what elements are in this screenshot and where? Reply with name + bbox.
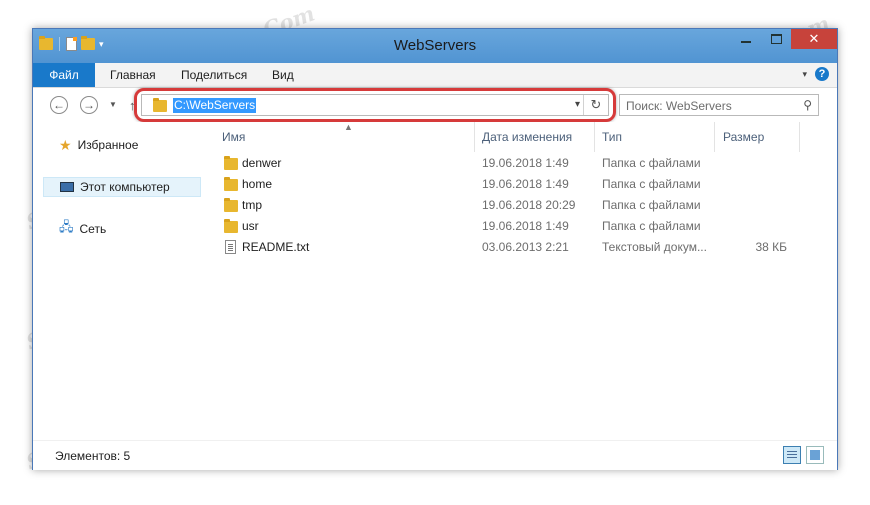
window-title: WebServers: [393, 37, 477, 54]
file-date: 19.06.2018 20:29: [482, 198, 576, 212]
file-type: Текстовый докум...: [602, 240, 707, 254]
details-view-icon: [787, 451, 797, 452]
sidebar-item-network[interactable]: 🖧 Сеть: [59, 219, 106, 239]
sort-ascending-icon: ▲: [344, 122, 353, 132]
folder-icon: [224, 156, 238, 170]
column-header-type[interactable]: Тип: [602, 130, 622, 146]
table-row[interactable]: home 19.06.2018 1:49 Папка с файлами: [203, 173, 837, 194]
help-icon[interactable]: ?: [815, 67, 829, 81]
navigation-bar: ← → ▼ ↑ C:\WebServers ▾ ↻ Поиск: WebServ…: [33, 88, 837, 122]
minimize-icon: [741, 41, 751, 43]
column-divider[interactable]: [594, 122, 595, 152]
table-row[interactable]: tmp 19.06.2018 20:29 Папка с файлами: [203, 194, 837, 215]
maximize-icon: [770, 34, 782, 44]
close-button[interactable]: ✕: [791, 29, 837, 49]
sidebar-item-label: Этот компьютер: [80, 180, 170, 194]
star-icon: ★: [59, 136, 72, 153]
file-type: Папка с файлами: [602, 219, 701, 233]
search-icon[interactable]: ⚲: [803, 98, 812, 112]
folder-icon: [224, 219, 238, 233]
window-controls: ✕: [731, 29, 837, 49]
maximize-button[interactable]: [761, 29, 791, 49]
file-name: home: [242, 177, 273, 191]
file-type: Папка с файлами: [602, 156, 701, 170]
text-file-icon: [225, 240, 236, 254]
back-arrow-icon: ←: [53, 98, 65, 112]
details-view-button[interactable]: [783, 446, 801, 464]
tab-file[interactable]: Файл: [33, 63, 95, 87]
tab-view[interactable]: Вид: [272, 63, 294, 87]
column-header-name[interactable]: Имя: [222, 130, 245, 146]
explorer-window: ▾ WebServers ✕ Файл Главная Поделиться В…: [32, 28, 838, 470]
file-size: 38 КБ: [755, 240, 787, 254]
large-icons-view-button[interactable]: [806, 446, 824, 464]
search-box[interactable]: Поиск: WebServers ⚲: [619, 94, 819, 116]
large-icons-view-icon: [810, 450, 820, 460]
column-divider[interactable]: [714, 122, 715, 152]
tab-home[interactable]: Главная: [110, 63, 156, 87]
expand-ribbon-icon[interactable]: ▾: [802, 69, 807, 80]
forward-arrow-icon: →: [83, 98, 95, 112]
folder-icon: [224, 177, 238, 191]
column-divider[interactable]: [474, 122, 475, 152]
file-type: Папка с файлами: [602, 177, 701, 191]
folder-icon: [224, 198, 238, 212]
close-icon: ✕: [808, 31, 820, 46]
search-placeholder: Поиск: WebServers: [626, 99, 732, 113]
file-name: usr: [242, 219, 259, 233]
sidebar-item-favorites[interactable]: ★ Избранное: [59, 135, 138, 155]
file-name: denwer: [242, 156, 282, 170]
folder-icon: [153, 98, 167, 112]
back-button[interactable]: ←: [50, 96, 68, 114]
title-bar[interactable]: ▾ WebServers ✕: [33, 29, 837, 63]
sidebar-item-label: Избранное: [77, 138, 139, 152]
recent-locations-icon[interactable]: ▼: [109, 100, 117, 109]
table-row[interactable]: README.txt 03.06.2013 2:21 Текстовый док…: [203, 236, 837, 257]
computer-icon: [60, 182, 74, 192]
refresh-icon: ↻: [590, 97, 602, 112]
file-list: ▲ Имя Дата изменения Тип Размер denwer 1…: [203, 122, 837, 440]
file-type: Папка с файлами: [602, 198, 701, 212]
forward-button[interactable]: →: [80, 96, 98, 114]
navigation-pane: ★ Избранное Этот компьютер 🖧 Сеть: [33, 122, 203, 440]
table-row[interactable]: usr 19.06.2018 1:49 Папка с файлами: [203, 215, 837, 236]
address-dropdown-icon[interactable]: ▾: [575, 99, 580, 110]
file-date: 03.06.2013 2:21: [482, 240, 569, 254]
address-path[interactable]: C:\WebServers: [173, 98, 257, 113]
network-icon: 🖧: [59, 219, 74, 234]
ribbon: Файл Главная Поделиться Вид ▾ ?: [33, 63, 837, 88]
minimize-button[interactable]: [731, 29, 761, 49]
file-name: README.txt: [242, 240, 310, 254]
status-bar: Элементов: 5: [33, 440, 837, 470]
table-row[interactable]: denwer 19.06.2018 1:49 Папка с файлами: [203, 152, 837, 173]
item-count: Элементов: 5: [55, 449, 131, 463]
up-button[interactable]: ↑: [129, 98, 136, 113]
column-divider[interactable]: [799, 122, 800, 152]
sidebar-item-this-pc[interactable]: Этот компьютер: [43, 177, 201, 197]
address-bar[interactable]: C:\WebServers ▾ ↻: [141, 94, 609, 116]
sidebar-item-label: Сеть: [79, 222, 107, 236]
file-date: 19.06.2018 1:49: [482, 156, 569, 170]
file-date: 19.06.2018 1:49: [482, 177, 569, 191]
column-header-size[interactable]: Размер: [723, 130, 764, 146]
column-header-date[interactable]: Дата изменения: [482, 130, 572, 146]
file-name: tmp: [242, 198, 263, 212]
refresh-button[interactable]: ↻: [583, 95, 608, 115]
tab-share[interactable]: Поделиться: [181, 63, 247, 87]
file-date: 19.06.2018 1:49: [482, 219, 569, 233]
